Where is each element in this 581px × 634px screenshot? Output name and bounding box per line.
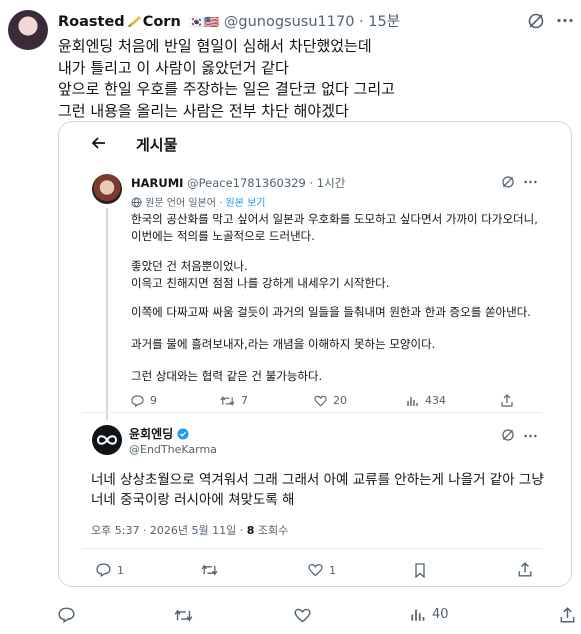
quoted-retweet-button[interactable]: 7 (220, 394, 248, 407)
views-icon (411, 607, 426, 622)
reply-like-count: 1 (329, 563, 336, 577)
globe-icon (131, 197, 142, 208)
translate-label: 원문 언어 일본어 (145, 198, 216, 209)
reply-line: 너네 중국이랑 러시아에 쳐맞도록 해 (91, 492, 295, 508)
user-avatar[interactable] (8, 10, 48, 50)
retweet-icon[interactable] (174, 608, 193, 623)
like-icon (314, 395, 327, 407)
quoted-name[interactable]: HARUMI (131, 176, 183, 190)
divider (82, 412, 542, 413)
reply-icon (131, 394, 144, 407)
verified-badge-icon (177, 428, 189, 440)
reply-avatar[interactable] (92, 425, 122, 455)
tweet-line: 내가 틀리고 이 사람이 옳았던거 같다 (58, 58, 289, 77)
reply-views-label: 조회수 (254, 524, 289, 537)
quoted-like-button[interactable]: 20 (314, 394, 347, 407)
share-icon[interactable] (518, 562, 532, 577)
retweet-icon (220, 395, 235, 407)
quoted-retweet-count: 7 (241, 394, 248, 407)
quoted-avatar[interactable] (92, 174, 122, 204)
timestamp[interactable]: · 15분 (359, 14, 400, 30)
reply-icon[interactable] (58, 607, 75, 623)
divider (82, 548, 542, 549)
tweet-line: 앞으로 한일 우호를 주장하는 일은 결단코 없다 그리고 (58, 80, 395, 98)
tweet-line: 윤회엔딩 처음에 반일 혐일이 심해서 차단했었는데 (58, 37, 372, 55)
quoted-paragraph: 한국의 공산화를 막고 싶어서 일본과 우호화를 도모하고 싶다면서 가까이 다… (131, 212, 538, 226)
grok-icon[interactable] (501, 428, 515, 442)
share-icon[interactable] (501, 394, 513, 407)
bookmark-icon[interactable] (414, 563, 426, 578)
reply-icon (96, 563, 111, 577)
share-icon[interactable] (560, 607, 575, 623)
reply-line: 너네 상상초월으로 역겨워서 그래 그래서 아예 교류를 안하는게 나을거 같아… (91, 472, 544, 488)
reply-like-button[interactable]: 1 (308, 563, 336, 577)
corn-icon (126, 14, 142, 28)
reply-reply-count: 1 (117, 563, 124, 577)
quoted-views-button[interactable]: 434 (407, 394, 446, 407)
views-icon (407, 395, 419, 407)
quoted-paragraph: 이윽고 친해지면 점점 나를 강하게 내세우기 시작한다. (131, 276, 390, 290)
like-icon[interactable] (294, 608, 311, 623)
like-icon (308, 563, 323, 577)
handle[interactable]: @gunogsusu1170 (224, 14, 355, 30)
quoted-reply-button[interactable]: 9 (131, 394, 157, 407)
quoted-paragraph: 이번에는 적의를 노골적으로 드러낸다. (131, 229, 315, 243)
back-arrow-icon[interactable] (92, 137, 106, 149)
tweet-text: 윤회엔딩 처음에 반일 혐일이 심해서 차단했었는데 내가 틀리고 이 사람이 … (58, 36, 395, 122)
quoted-handle[interactable]: @Peace1781360329 (187, 176, 306, 190)
quoted-paragraph: 이쪽에 다짜고짜 싸움 걸듯이 과거의 일들을 들춰내며 원한과 한과 증오를 … (131, 305, 531, 319)
quoted-paragraph: 과거를 물에 흘려보내자,라는 개념을 이해하지 못하는 모양이다. (131, 337, 436, 351)
more-icon[interactable] (557, 18, 573, 23)
reply-name[interactable]: 윤회엔딩 (129, 427, 173, 441)
tweet-line: 그런 내용을 올리는 사람은 전부 차단 해야겠다 (58, 101, 349, 120)
quoted-reply-count: 9 (150, 394, 157, 407)
retweet-icon[interactable] (201, 563, 218, 577)
views-count: 40 (432, 607, 449, 622)
views-button[interactable]: 40 (411, 607, 449, 622)
reply-name-row: 윤회엔딩 (129, 425, 189, 442)
reply-handle[interactable]: @EndTheKarma (129, 443, 217, 456)
show-original-link[interactable]: 원본 보기 (226, 198, 266, 209)
more-icon[interactable] (524, 434, 537, 438)
quoted-time[interactable]: · 1시간 (309, 176, 345, 190)
translate-note: 원문 언어 일본어 · 원본 보기 (131, 194, 266, 209)
quoted-paragraph: 그런 상대와는 협력 같은 건 불가능하다. (131, 369, 323, 383)
quoted-views-count: 434 (425, 394, 446, 407)
more-icon[interactable] (524, 180, 537, 184)
quoted-header: HARUMI @Peace1781360329 · 1시간 (131, 175, 345, 191)
reply-reply-button[interactable]: 1 (96, 563, 124, 577)
tweet-header: Roasted Corn 🇰🇷🇺🇸 @gunogsusu1170 · 15분 (58, 10, 400, 31)
grok-icon[interactable] (527, 12, 545, 30)
page-title: 게시물 (136, 136, 178, 154)
flags: 🇰🇷🇺🇸 (189, 15, 220, 29)
quoted-paragraph: 좋았던 건 처음뿐이었나. (131, 259, 248, 273)
grok-icon[interactable] (501, 175, 515, 189)
reply-meta: 오후 5:37 · 2026년 5월 11일 · 8 조회수 (91, 522, 288, 538)
display-name-suffix[interactable]: Corn (143, 14, 181, 30)
thread-line (106, 208, 108, 420)
display-name[interactable]: Roasted (58, 14, 125, 30)
reply-timestamp[interactable]: 오후 5:37 · 2026년 5월 11일 · (91, 524, 247, 537)
quoted-like-count: 20 (333, 394, 347, 407)
